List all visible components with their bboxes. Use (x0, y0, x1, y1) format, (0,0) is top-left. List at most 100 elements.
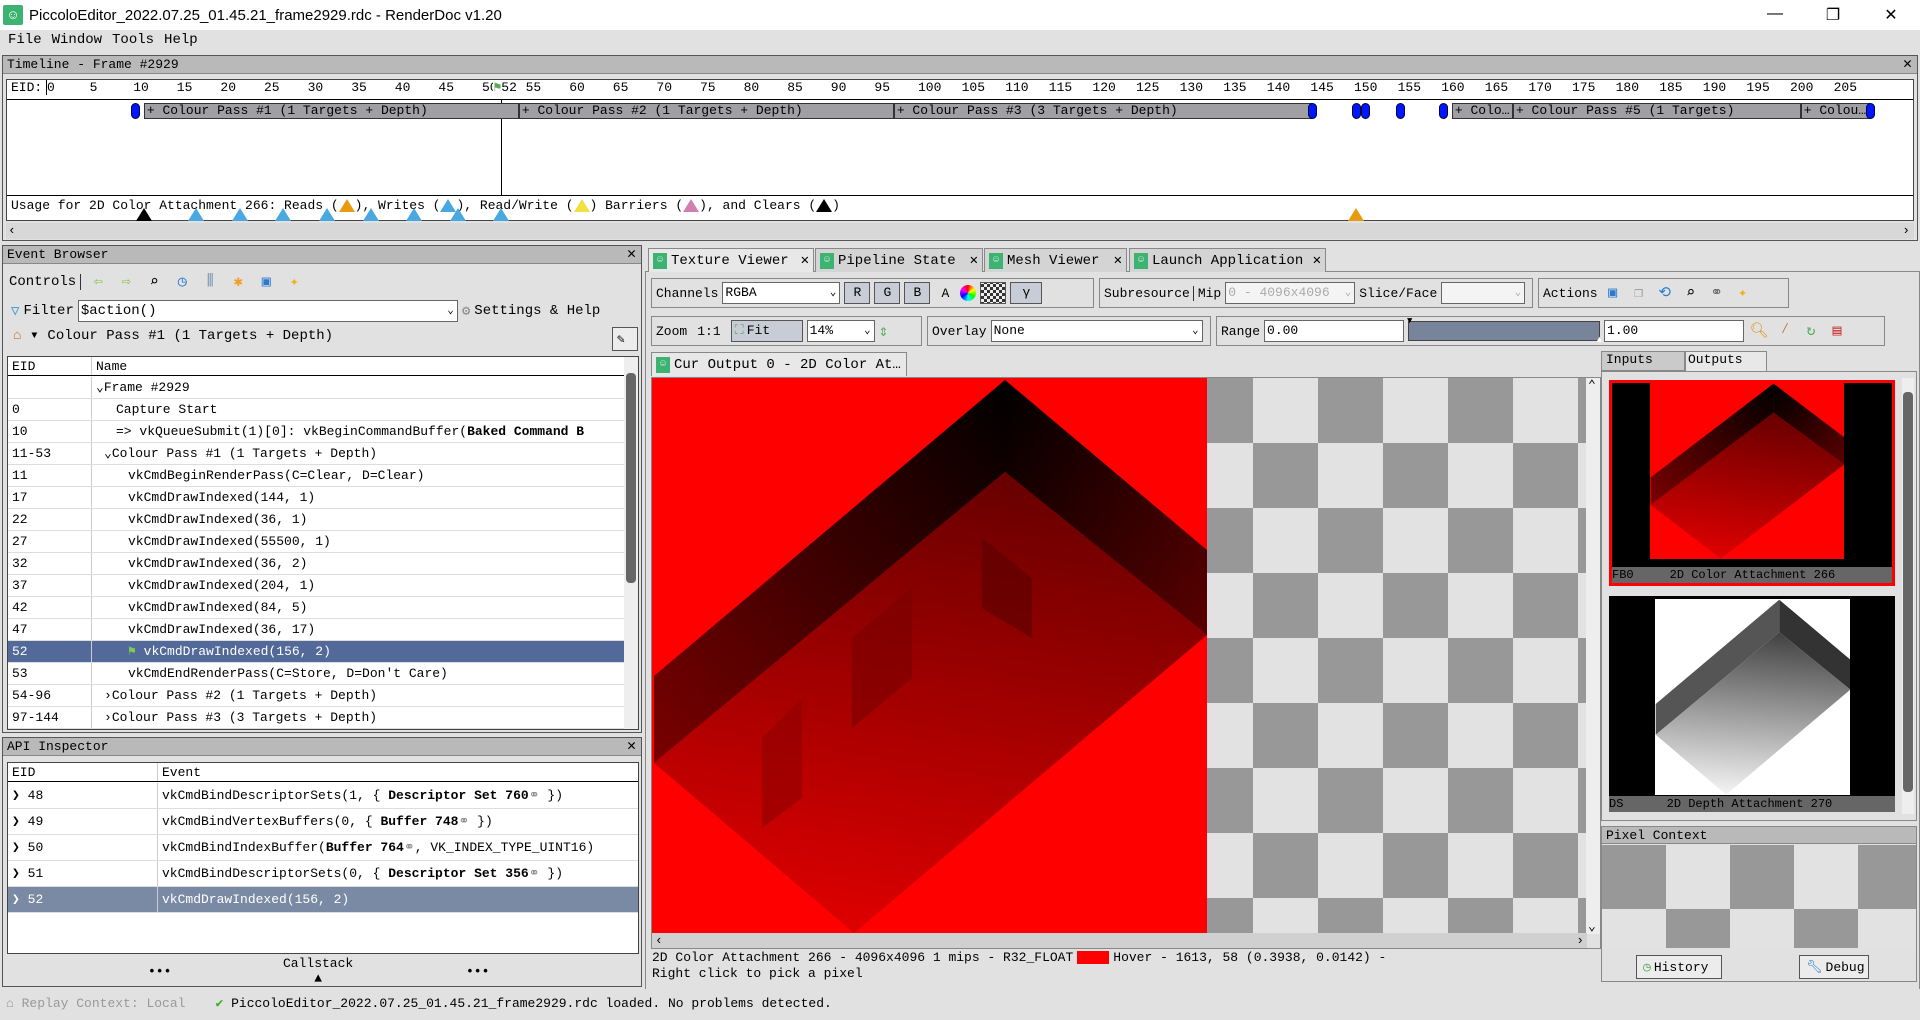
histogram-icon[interactable]: ▤ (1826, 321, 1848, 341)
thumbnail-fb0[interactable]: FB0 2D Color Attachment 266 (1609, 380, 1895, 586)
event-row[interactable]: 37 vkCmdDrawIndexed(204, 1) (8, 575, 638, 597)
alpha-channel-toggle[interactable]: A (934, 286, 956, 301)
texture-vscrollbar[interactable]: ⌃ ⌄ (1586, 378, 1600, 934)
event-row[interactable]: 97-144 ›Colour Pass #3 (3 Targets + Depth… (8, 707, 638, 729)
timeline-action-marker[interactable] (1308, 103, 1318, 119)
timeline-pass[interactable]: + Colour Pass #1 (1 Targets + Depth) (143, 103, 519, 119)
tab-mesh-viewer[interactable]: ☺ Mesh Viewer ✕ (984, 248, 1127, 272)
minimize-button[interactable]: — (1746, 5, 1804, 25)
event-row[interactable]: 10 => vkQueueSubmit(1)[0]: vkBeginCommand… (8, 421, 638, 443)
red-channel-toggle[interactable]: R (844, 282, 871, 304)
chevron-right-icon[interactable]: › (104, 688, 112, 703)
write-usage-marker[interactable] (406, 208, 423, 221)
api-row[interactable]: ❯ 52 vkCmdDrawIndexed(156, 2) (8, 887, 638, 913)
zoom-1to1-button[interactable]: 1:1 (697, 324, 720, 339)
event-row[interactable]: 42 vkCmdDrawIndexed(84, 5) (8, 597, 638, 619)
checkerboard-toggle[interactable] (980, 282, 1007, 304)
gamma-toggle[interactable]: γ (1010, 282, 1043, 304)
tab-cur-output[interactable]: ☺ Cur Output 0 - 2D Color At… (651, 352, 907, 376)
api-resource-link[interactable]: Descriptor Set 356 (388, 866, 528, 881)
pixel-context-view[interactable] (1602, 845, 1916, 948)
write-usage-marker[interactable] (493, 208, 510, 221)
dropdown-arrow-icon[interactable]: ▼ (31, 331, 37, 342)
event-row[interactable]: 17 vkCmdDrawIndexed(144, 1) (8, 487, 638, 509)
event-row[interactable]: 22 vkCmdDrawIndexed(36, 1) (8, 509, 638, 531)
timeline-pass[interactable]: + Colour Pass #2 (1 Targets + Depth) (518, 103, 894, 119)
colorize-asterisk-icon[interactable]: ✱ (227, 272, 249, 292)
chevron-right-icon[interactable]: ❯ (12, 814, 20, 829)
bookmark-icon[interactable]: ⫼ (199, 272, 221, 292)
settings-help-button[interactable]: Settings & Help (474, 303, 600, 319)
timeline-action-marker[interactable] (1439, 103, 1449, 119)
chevron-down-icon[interactable]: ⌄ (96, 380, 104, 395)
fit-button[interactable]: ⛶ Fit (730, 320, 803, 342)
tab-inputs[interactable]: Inputs (1601, 351, 1685, 371)
close-icon[interactable]: ✕ (1903, 56, 1912, 74)
timeline-pass[interactable]: + Colour Pass #5 (1 Targets) (1512, 103, 1801, 119)
flip-vertical-icon[interactable]: ⇕ (879, 321, 889, 341)
auto-fit-wand-icon[interactable]: ⁄ (1774, 321, 1796, 341)
menu-tools[interactable]: Tools (112, 32, 154, 52)
write-usage-marker[interactable] (275, 208, 292, 221)
close-icon[interactable]: ✕ (1114, 252, 1122, 269)
range-min-input[interactable]: 0.00 (1264, 320, 1405, 342)
menu-help[interactable]: Help (164, 32, 198, 52)
event-row[interactable]: 47 vkCmdDrawIndexed(36, 17) (8, 619, 638, 641)
api-resource-link[interactable]: Buffer 764 (326, 840, 404, 855)
replay-context[interactable]: ⌂ Replay Context: Local (6, 996, 185, 1011)
chevron-right-icon[interactable]: ❯ (12, 892, 20, 907)
chevron-right-icon[interactable]: ❯ (12, 788, 20, 803)
event-row[interactable]: ⌄Frame #2929 (8, 377, 638, 399)
color-wheel-icon[interactable] (960, 285, 977, 301)
close-window-button[interactable]: ✕ (1862, 5, 1920, 25)
debug-button[interactable]: 🔧︎ Debug (1799, 955, 1869, 979)
timeline-pass[interactable]: + Colou… (1800, 103, 1871, 119)
range-slider[interactable]: ▼ ▲ (1407, 316, 1602, 345)
tab-outputs[interactable]: Outputs (1685, 351, 1767, 372)
thumbnail-ds[interactable]: DS 2D Depth Attachment 270 (1609, 596, 1895, 812)
event-row[interactable]: 11 vkCmdBeginRenderPass(C=Clear, D=Clear) (8, 465, 638, 487)
read-usage-marker[interactable] (1348, 208, 1364, 221)
timeline-pass[interactable]: + Colour Pass #3 (3 Targets + Depth) (893, 103, 1313, 119)
tab-launch-application[interactable]: ☺ Launch Application ✕ (1129, 248, 1326, 272)
write-usage-marker[interactable] (319, 208, 336, 221)
clear-usage-marker[interactable] (135, 208, 152, 221)
save-icon[interactable]: ▣ (255, 272, 277, 292)
zoom-range-icon[interactable]: 🔍︎ (1748, 321, 1770, 341)
event-list[interactable]: EID Name ⌄Frame #2929 0 Capture Start 10 => … (7, 356, 639, 730)
callstack-toggle[interactable]: Callstack ▲ (283, 956, 353, 986)
green-channel-toggle[interactable]: G (874, 282, 901, 304)
close-icon[interactable]: ✕ (970, 252, 978, 269)
api-resource-link[interactable]: Buffer 748 (380, 814, 458, 829)
filter-input[interactable]: $action() ⌄ (77, 300, 458, 322)
timeline-scrollbar[interactable]: ‹ › (6, 223, 1914, 239)
open-resource-icon[interactable]: ⟲ (1654, 283, 1676, 303)
find-binoculars-icon[interactable]: ⌕ (143, 272, 165, 292)
event-row[interactable]: 52 ⚑ vkCmdDrawIndexed(156, 2) (8, 641, 638, 663)
timeline-action-marker[interactable] (1395, 103, 1405, 119)
timeline-action-marker[interactable] (1360, 103, 1370, 119)
channels-select[interactable]: RGBA ⌄ (722, 282, 841, 304)
event-row[interactable]: 27 vkCmdDrawIndexed(55500, 1) (8, 531, 638, 553)
api-resource-link[interactable]: Descriptor Set 760 (388, 788, 528, 803)
range-max-input[interactable]: 1.00 (1604, 320, 1745, 342)
timeline-action-marker[interactable] (1352, 103, 1361, 119)
puzzle-icon[interactable]: ✦ (1732, 283, 1754, 303)
timeline-action-marker[interactable] (1866, 103, 1876, 119)
close-icon[interactable]: ✕ (801, 252, 809, 269)
edit-notes-button[interactable]: ✎ (612, 327, 638, 351)
link-icon[interactable]: ⚭ (1706, 283, 1728, 303)
event-row[interactable]: 11-53 ⌄Colour Pass #1 (1 Targets + Depth) (8, 443, 638, 465)
save-texture-icon[interactable]: ▣ (1602, 283, 1624, 303)
slice-face-select[interactable]: ⌄ (1441, 282, 1526, 304)
chevron-right-icon[interactable]: ❯ (12, 866, 20, 881)
texture-hscrollbar[interactable]: ‹ › (652, 933, 1587, 948)
mip-select[interactable]: 0 - 4096x4096 ⌄ (1225, 282, 1356, 304)
column-eid[interactable]: EID (8, 357, 92, 375)
chevron-down-icon[interactable]: ⌄ (104, 446, 112, 461)
api-row[interactable]: ❯ 49 vkCmdBindVertexBuffers(0, { Buffer 7… (8, 809, 638, 835)
tab-texture-viewer[interactable]: ☺ Texture Viewer ✕ (648, 248, 814, 272)
close-icon[interactable]: ✕ (1313, 252, 1321, 269)
timeline-action-marker[interactable] (131, 103, 141, 119)
reset-range-icon[interactable]: ↻ (1800, 321, 1822, 341)
